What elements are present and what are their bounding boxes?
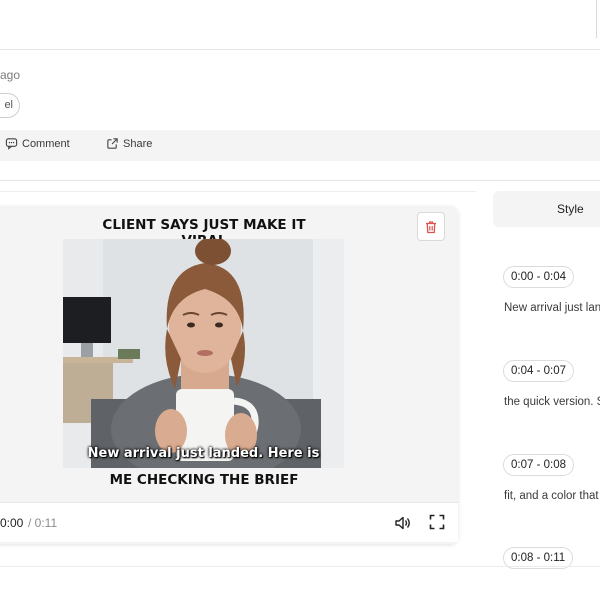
trash-icon [426, 220, 436, 233]
section-divider [0, 180, 600, 181]
delete-button[interactable] [417, 212, 445, 241]
segment-text: New arrival just lan [504, 302, 600, 314]
time-total: / 0:11 [28, 516, 58, 530]
fullscreen-button[interactable] [429, 514, 445, 530]
share-icon [107, 138, 118, 149]
segment-text: the quick version. S [504, 396, 600, 408]
action-bar: Comment Share [0, 130, 600, 161]
segment-time-pill[interactable]: 0:04 - 0:07 [503, 360, 574, 382]
time-current: 0:00 [0, 516, 24, 530]
segment-time-pill[interactable]: 0:00 - 0:04 [503, 266, 574, 288]
share-button[interactable]: Share [106, 137, 152, 150]
comment-icon [5, 138, 18, 150]
comment-label: Comment [22, 137, 70, 150]
video-controls [0, 502, 458, 542]
comment-button[interactable]: Comment [5, 137, 70, 150]
top-bar-edge [596, 0, 600, 38]
video-caption: New arrival just landed. Here is [87, 446, 320, 461]
top-bar [0, 0, 600, 50]
volume-icon [395, 516, 410, 530]
volume-button[interactable] [394, 514, 412, 532]
tab-style[interactable]: Style [493, 191, 600, 227]
share-label: Share [123, 137, 153, 150]
panel-divider [0, 191, 476, 192]
meme-bottom-text: ME CHECKING THE BRIEF [109, 472, 299, 488]
fullscreen-icon [429, 514, 445, 530]
post-time-ago: ago [0, 68, 21, 82]
tag-chip[interactable]: el [0, 93, 20, 118]
segment-time-pill[interactable]: 0:07 - 0:08 [503, 454, 574, 476]
segment-text: fit, and a color that [504, 490, 599, 502]
video-frame[interactable]: New arrival just landed. Here is [63, 239, 344, 468]
bottom-divider [0, 566, 600, 567]
video-frame-image [63, 239, 344, 468]
